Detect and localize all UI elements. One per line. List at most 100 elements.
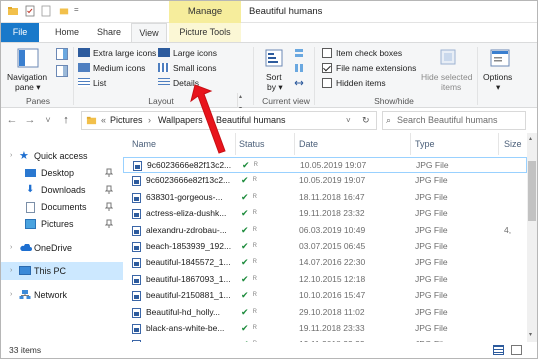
item-check-boxes-checkbox[interactable] (322, 48, 332, 58)
nav-item-downloads[interactable]: ⬇ Downloads (1, 181, 123, 199)
hide-selected-items-icon[interactable] (438, 47, 458, 67)
nav-item-network[interactable]: › Network (1, 286, 123, 304)
column-header-type[interactable]: Type (415, 133, 435, 155)
add-columns-icon[interactable] (294, 63, 304, 73)
scrollbar-thumb[interactable] (528, 161, 536, 221)
layout-extra-large-icons[interactable]: Extra large icons (78, 47, 156, 59)
navigation-pane-icon[interactable] (17, 47, 39, 69)
up-button[interactable]: ↑ (59, 108, 73, 133)
column-header-size[interactable]: Size (504, 133, 522, 155)
layout-small-icons[interactable]: Small icons (158, 62, 216, 74)
large-icons-view-icon[interactable] (511, 345, 522, 355)
nav-item-this-pc[interactable]: › This PC (1, 262, 123, 280)
table-row[interactable]: Beautiful-hd_holly... 29.10.2018 11:02 JPG… (123, 305, 527, 321)
address-dropdown-icon[interactable]: ˅ (346, 112, 351, 129)
address-overflow[interactable]: « (101, 112, 106, 129)
sort-by-button[interactable]: Sort (266, 72, 282, 82)
properties-icon[interactable] (25, 5, 35, 17)
table-row[interactable]: beach-1853939_192... 03.07.2015 06:45 JPG … (123, 239, 527, 255)
back-button[interactable]: ← (5, 108, 19, 133)
options-icon[interactable] (488, 46, 512, 70)
layout-large-icons[interactable]: Large icons (158, 47, 217, 59)
nav-item-desktop[interactable]: Desktop (1, 164, 123, 182)
expand-chevron-icon[interactable]: › (10, 147, 12, 165)
forward-button[interactable]: → (23, 108, 37, 133)
jpg-file-icon (132, 242, 141, 252)
layout-list[interactable]: List (78, 77, 106, 89)
navigation-pane-button[interactable]: Navigation (7, 72, 47, 82)
file-date: 18.11.2018 16:47 (299, 191, 365, 202)
expand-chevron-icon[interactable]: › (10, 262, 12, 280)
pin-icon[interactable] (105, 219, 113, 229)
file-type: JPG File (415, 306, 448, 317)
hidden-items-checkbox[interactable] (322, 78, 332, 88)
table-row[interactable]: alexandru-zdrobau-... 06.03.2019 10:49 JPG… (123, 223, 527, 239)
sort-by-icon[interactable] (263, 47, 285, 69)
new-folder-icon[interactable] (41, 5, 51, 17)
shared-people-icon: ᴿ (253, 290, 257, 301)
table-row[interactable]: black-ans-white-be... 19.11.2018 23:33 JPG… (123, 321, 527, 337)
table-row[interactable]: beautiful-1845572_1... 14.07.2016 22:30 JP… (123, 255, 527, 271)
column-header-status[interactable]: Status (239, 133, 265, 155)
computer-icon (19, 266, 31, 275)
options-button-dropdown[interactable]: ▾ (496, 82, 500, 93)
tab-home[interactable]: Home (47, 23, 87, 42)
expand-chevron-icon[interactable]: › (10, 239, 12, 257)
pin-icon[interactable] (105, 185, 113, 195)
details-pane-icon[interactable] (56, 65, 68, 77)
column-separator[interactable] (498, 133, 499, 155)
nav-item-documents[interactable]: Documents (1, 198, 123, 216)
quick-access-folder-icon[interactable] (59, 5, 69, 17)
file-name: Beautiful-hd_holly... (146, 306, 221, 317)
details-view-icon[interactable] (493, 345, 504, 355)
refresh-icon[interactable]: ↻ (362, 112, 370, 129)
sync-ok-icon: ✔ (241, 241, 249, 251)
shared-people-icon: ᴿ (253, 273, 257, 284)
recent-locations-button[interactable]: ˅ (41, 108, 55, 133)
tab-picture-tools[interactable]: Picture Tools (169, 23, 241, 42)
pin-icon[interactable] (105, 168, 113, 178)
navigation-pane: › ★ Quick access Desktop ⬇ Downloads Doc… (1, 133, 123, 342)
column-separator[interactable] (235, 133, 236, 155)
scroll-down-icon[interactable]: ▾ (529, 331, 532, 338)
breadcrumb-pictures[interactable]: Pictures (110, 112, 143, 129)
vertical-scrollbar[interactable]: ▴ ▾ (527, 133, 537, 342)
hide-selected-items-button-line2[interactable]: items (441, 82, 461, 92)
file-type: JPG File (415, 224, 448, 235)
nav-item-onedrive[interactable]: › OneDrive (1, 239, 123, 257)
sort-by-button-line2[interactable]: by ▾ (267, 82, 283, 93)
size-columns-icon[interactable] (294, 78, 304, 88)
ribbon-separator (73, 47, 74, 105)
table-row[interactable]: 9c6023666e82f13c2... 10.05.2019 19:07 JPG … (123, 157, 527, 173)
file-name-extensions-checkbox[interactable] (322, 63, 332, 73)
expand-chevron-icon[interactable]: › (10, 286, 12, 304)
table-row[interactable]: actress-eliza-dushk... 19.11.2018 23:32 JP… (123, 206, 527, 222)
nav-item-quick-access[interactable]: › ★ Quick access (1, 147, 123, 165)
table-row[interactable]: beautiful-1867093_1... 12.10.2015 12:18 JP… (123, 272, 527, 288)
navigation-pane-button-line2[interactable]: pane ▾ (15, 82, 41, 93)
search-box[interactable]: ⌕ Search Beautiful humans (382, 111, 526, 130)
pin-icon[interactable] (105, 202, 113, 212)
table-row[interactable]: beautiful-2150881_1... 10.10.2016 15:47 JP… (123, 288, 527, 304)
column-header-name[interactable]: Name (132, 133, 156, 155)
desktop-icon (25, 169, 36, 177)
tab-view[interactable]: View (131, 23, 167, 42)
quick-access-dropdown-icon[interactable]: = (74, 5, 79, 14)
scroll-up-icon[interactable]: ▴ (529, 135, 532, 142)
column-separator[interactable] (410, 133, 411, 155)
options-button[interactable]: Options (483, 72, 512, 82)
layout-medium-icons[interactable]: Medium icons (78, 62, 145, 74)
column-header-date[interactable]: Date (299, 133, 318, 155)
tab-file[interactable]: File (1, 23, 39, 42)
table-row[interactable]: 9c6023666e82f13c2... 10.05.2019 19:07 JPG … (123, 173, 527, 189)
nav-item-pictures[interactable]: Pictures (1, 215, 123, 233)
column-separator[interactable] (294, 133, 295, 155)
preview-pane-icon[interactable] (56, 48, 68, 60)
jpg-file-icon (132, 291, 141, 302)
tab-share[interactable]: Share (89, 23, 129, 42)
ribbon-tabs: File Home Share View Picture Tools (1, 23, 537, 42)
hide-selected-items-button[interactable]: Hide selected (421, 72, 473, 82)
table-row[interactable]: 638301-gorgeous-... 18.11.2018 16:47 JPG F… (123, 190, 527, 206)
jpg-file-icon (132, 274, 141, 285)
group-by-icon[interactable] (294, 48, 304, 58)
